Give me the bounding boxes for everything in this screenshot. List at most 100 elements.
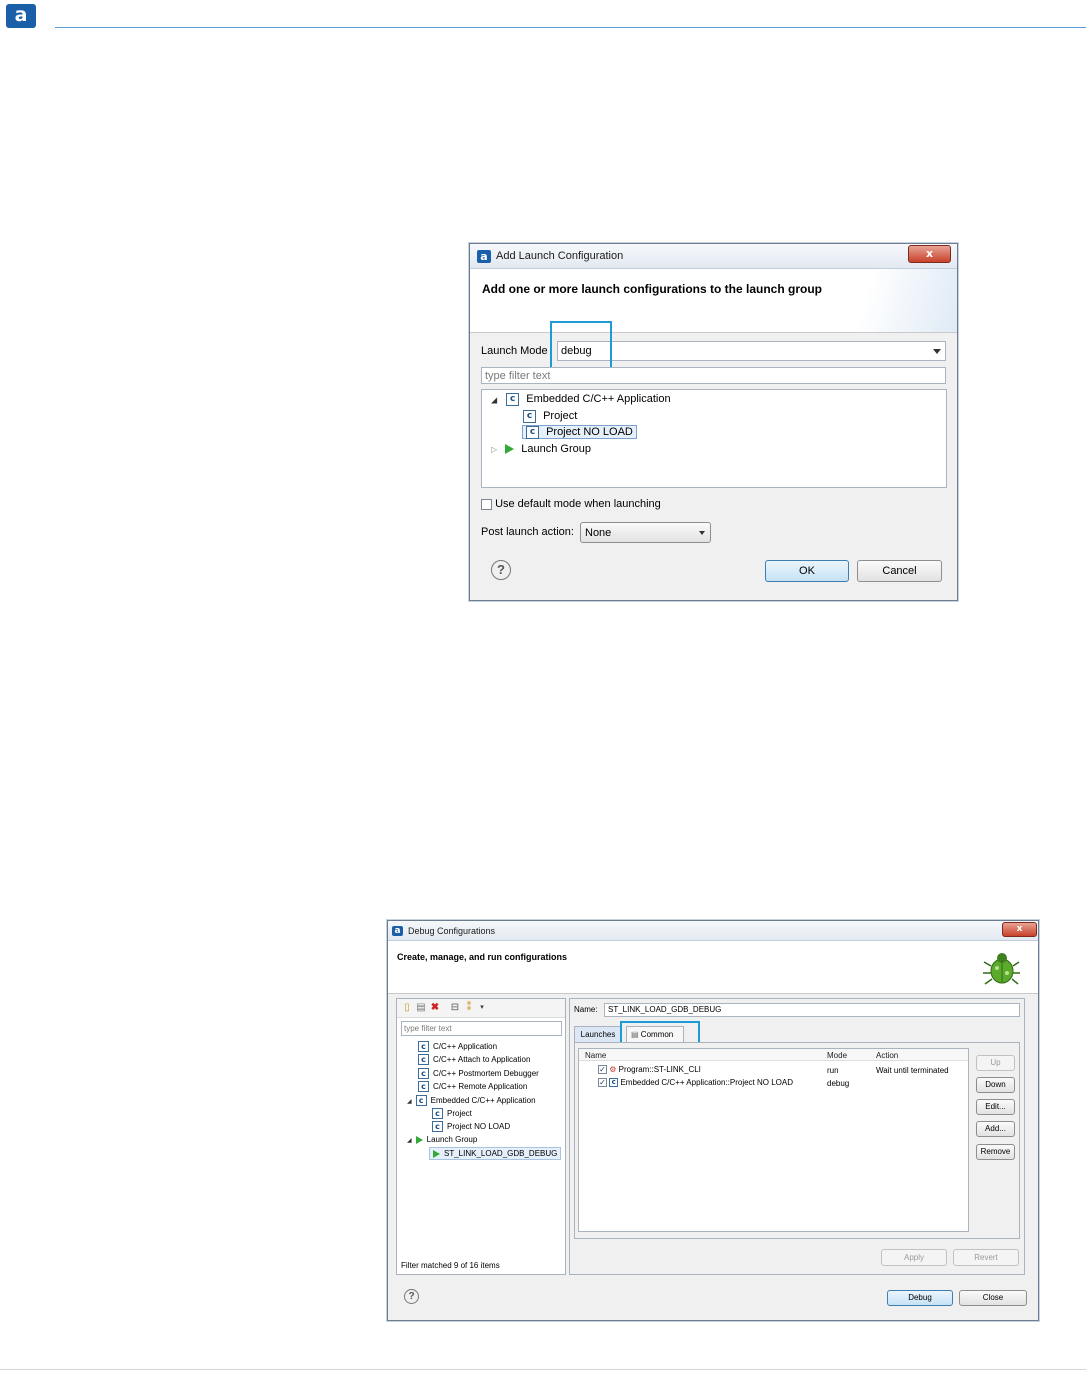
tree-node-project-no-load[interactable]: c Project NO LOAD (520, 425, 637, 440)
debug-configurations-dialog: a Debug Configurations x Create, manage,… (387, 920, 1039, 1321)
row-action: Wait until terminated (876, 1066, 949, 1075)
collapsed-arrow-icon: ▷ (491, 445, 498, 454)
tree-node-project[interactable]: c Project (523, 410, 577, 423)
row-mode: debug (827, 1079, 850, 1088)
dialog-title: Add Launch Configuration (496, 250, 624, 262)
expanded-arrow-icon: ◢ (491, 395, 498, 405)
cancel-button[interactable]: Cancel (857, 560, 942, 582)
selected-item: c Project NO LOAD (522, 425, 637, 440)
tree-item[interactable]: c C/C++ Attach to Application (418, 1054, 530, 1065)
use-default-mode-checkbox[interactable] (481, 498, 492, 510)
c-file-icon: c (432, 1121, 443, 1132)
collapse-all-icon[interactable]: ⊟ (450, 1003, 460, 1013)
add-launch-configuration-dialog: a Add Launch Configuration x Add one or … (469, 243, 958, 601)
footer-rule (0, 1369, 1086, 1370)
tree-label: Project NO LOAD (447, 1121, 511, 1131)
tree-item-selected[interactable]: ST_LINK_LOAD_GDB_DEBUG (429, 1147, 562, 1160)
filter-icon[interactable]: ⁑ (464, 1003, 474, 1013)
banner-title: Create, manage, and run configurations (397, 952, 568, 962)
table-row[interactable]: ✓ c Embedded C/C++ Application::Project … (598, 1078, 793, 1088)
tree-item[interactable]: c C/C++ Remote Application (418, 1081, 527, 1092)
close-dialog-button[interactable]: Close (959, 1290, 1027, 1306)
post-launch-select[interactable]: None (580, 522, 711, 543)
close-button[interactable]: x (908, 245, 951, 263)
filter-placeholder: type filter text (404, 1024, 452, 1033)
expanded-arrow-icon: ◢ (407, 1098, 412, 1105)
dialog-banner: Create, manage, and run configurations (388, 941, 1038, 994)
tree-item[interactable]: c Project (432, 1108, 472, 1119)
filter-input[interactable]: type filter text (401, 1021, 562, 1036)
duplicate-icon[interactable]: ▤ (416, 1003, 426, 1013)
table-row[interactable]: ✓ ⚙ Program::ST-LINK_CLI (598, 1065, 701, 1075)
filter-input[interactable]: type filter text (481, 367, 946, 384)
config-tree: ◢ c Embedded C/C++ Application c Project… (481, 389, 947, 488)
dialog-title: Debug Configurations (408, 926, 496, 936)
column-header: Action (876, 1051, 899, 1060)
dialog-banner: Add one or more launch configurations to… (470, 269, 957, 333)
tree-label: C/C++ Remote Application (433, 1081, 528, 1091)
tree-label: Launch Group (521, 443, 591, 455)
apply-button[interactable]: Apply (881, 1249, 947, 1266)
up-button[interactable]: Up (976, 1055, 1015, 1071)
table-header: Name Mode Action (579, 1049, 968, 1061)
tab-launches[interactable]: Launches (574, 1026, 622, 1042)
c-file-icon: c (415, 1095, 427, 1106)
use-default-mode-row[interactable]: Use default mode when launching (481, 498, 661, 510)
post-launch-value: None (585, 527, 612, 539)
c-file-icon: c (609, 1078, 619, 1088)
tree-toolbar: ▯ ▤ ✖ ⊟ ⁑ ▾ (397, 999, 565, 1018)
launch-mode-label: Launch Mode (481, 345, 548, 357)
remove-button[interactable]: Remove (976, 1144, 1015, 1160)
tree-node-embedded[interactable]: ◢ c Embedded C/C++ Application (491, 393, 671, 406)
delete-icon[interactable]: ✖ (430, 1003, 440, 1013)
column-header: Name (585, 1051, 607, 1060)
tree-label: C/C++ Application (433, 1041, 498, 1051)
launch-mode-select[interactable]: debug (557, 341, 946, 361)
c-file-icon: c (432, 1108, 443, 1119)
filter-placeholder: type filter text (485, 370, 551, 382)
expanded-arrow-icon: ◢ (407, 1138, 412, 1144)
tree-label: Project NO LOAD (546, 426, 633, 439)
chevron-down-icon (933, 349, 941, 354)
chevron-down-icon[interactable]: ▾ (477, 1003, 487, 1013)
row-checkbox[interactable]: ✓ (598, 1065, 607, 1075)
new-config-icon[interactable]: ▯ (402, 1003, 412, 1013)
launches-table: Name Mode Action ✓ ⚙ Program::ST-LINK_CL… (578, 1048, 969, 1232)
launch-group-icon (505, 444, 515, 455)
name-input[interactable]: ST_LINK_LOAD_GDB_DEBUG (604, 1003, 1020, 1017)
c-file-icon: c (418, 1081, 429, 1092)
tree-label: Project (543, 410, 578, 423)
help-icon[interactable]: ? (491, 560, 511, 580)
close-button[interactable]: x (1002, 922, 1037, 937)
c-file-icon: c (418, 1068, 429, 1079)
name-value: ST_LINK_LOAD_GDB_DEBUG (608, 1005, 722, 1014)
header-rule (55, 27, 1086, 28)
use-default-mode-label: Use default mode when launching (495, 498, 661, 510)
tree-label: Launch Group (426, 1135, 478, 1144)
ok-button[interactable]: OK (765, 560, 849, 582)
down-button[interactable]: Down (976, 1077, 1015, 1093)
row-checkbox[interactable]: ✓ (598, 1078, 607, 1088)
launch-group-icon (433, 1149, 440, 1158)
name-label: Name: (574, 1005, 598, 1014)
edit-button[interactable]: Edit... (976, 1099, 1015, 1115)
tree-item[interactable]: ◢ Launch Group (407, 1135, 477, 1144)
c-file-icon: c (418, 1041, 429, 1052)
add-button[interactable]: Add... (976, 1121, 1015, 1137)
tree-item[interactable]: c C/C++ Postmortem Debugger (418, 1068, 539, 1079)
config-tree-pane: ▯ ▤ ✖ ⊟ ⁑ ▾ type filter text c C/C++ Appl… (396, 998, 566, 1275)
debug-button[interactable]: Debug (887, 1290, 953, 1306)
tree-node-launch-group[interactable]: ▷ Launch Group (491, 443, 591, 455)
launches-tab-panel: Name Mode Action ✓ ⚙ Program::ST-LINK_CL… (574, 1042, 1020, 1239)
launch-group-icon (415, 1135, 423, 1144)
post-launch-label: Post launch action: (481, 526, 574, 538)
tree-item[interactable]: c C/C++ Application (418, 1041, 497, 1052)
tree-item[interactable]: c Project NO LOAD (432, 1121, 510, 1132)
tree-label: Embedded C/C++ Application (526, 393, 671, 406)
c-file-icon: c (418, 1054, 429, 1065)
tree-item[interactable]: ◢ c Embedded C/C++ Application (407, 1095, 536, 1106)
row-mode: run (827, 1066, 839, 1075)
c-file-icon: c (506, 393, 520, 406)
help-icon[interactable]: ? (404, 1289, 419, 1304)
revert-button[interactable]: Revert (953, 1249, 1019, 1266)
